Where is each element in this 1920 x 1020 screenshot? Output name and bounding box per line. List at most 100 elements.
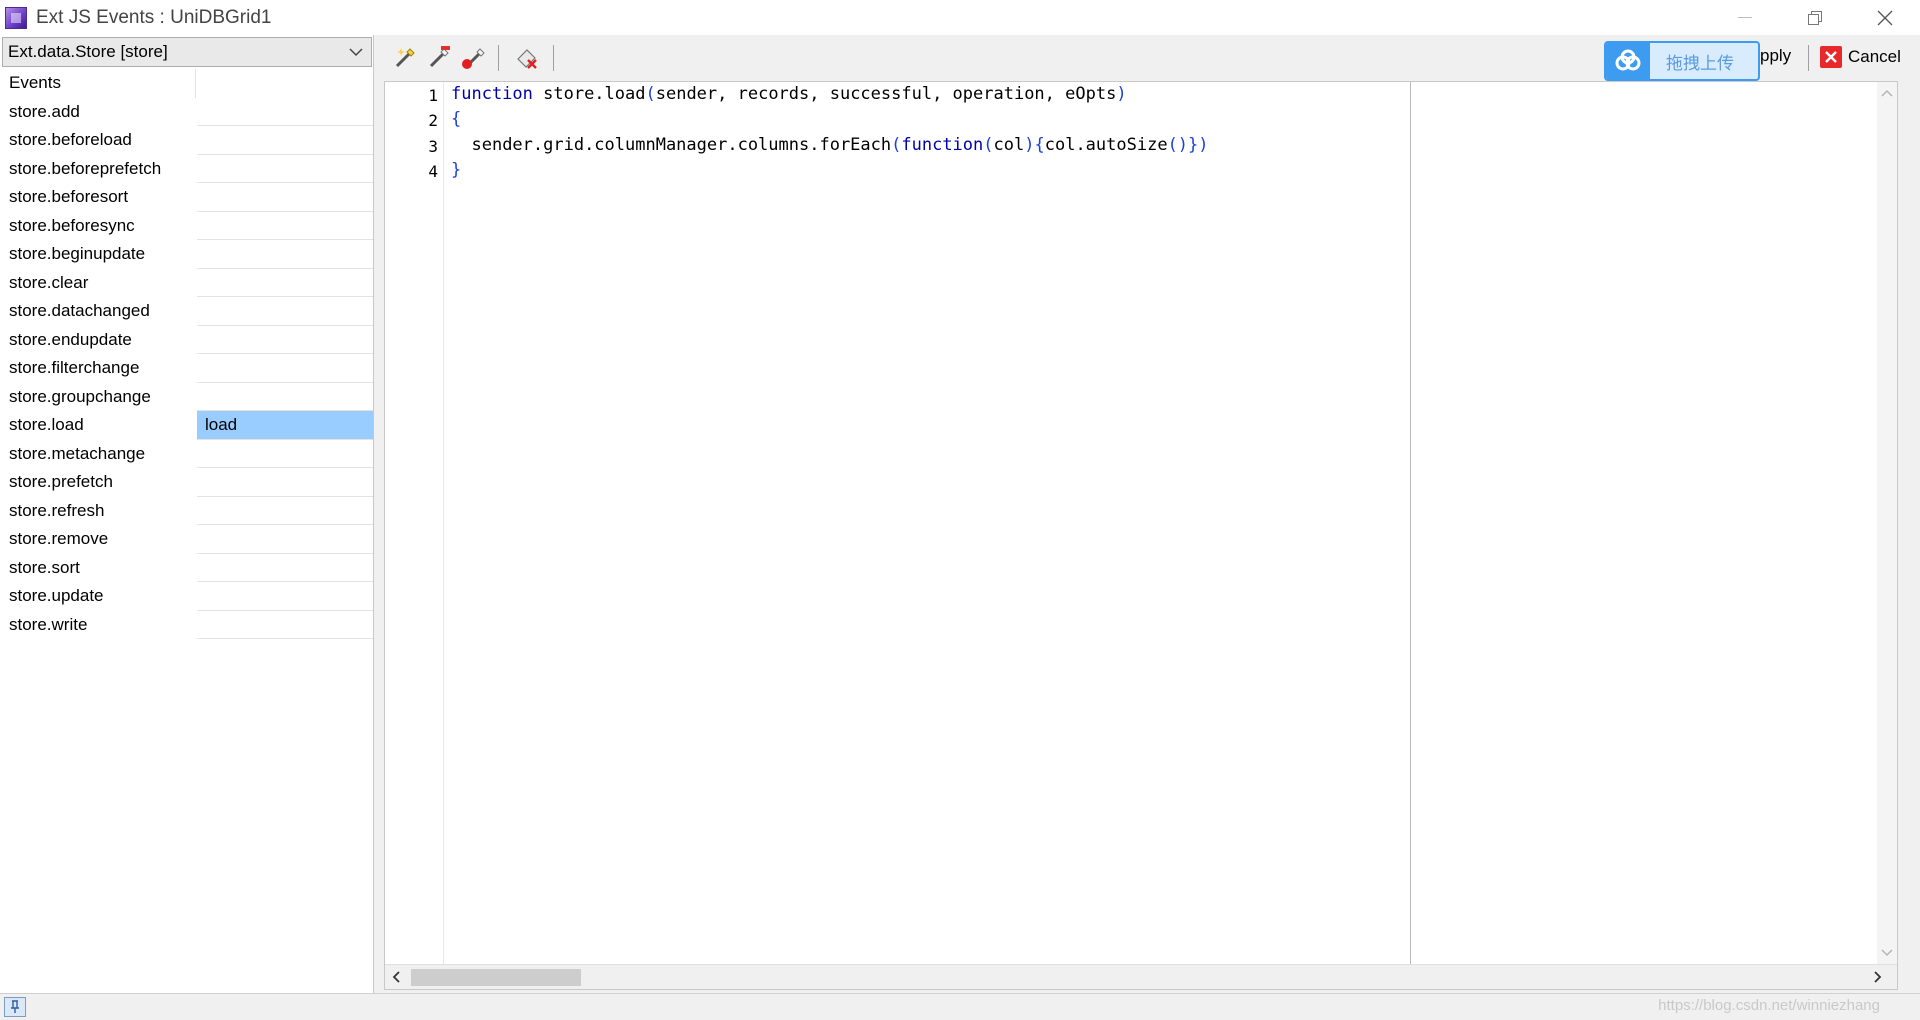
- event-handler-cell[interactable]: [197, 212, 373, 240]
- wand-edit-icon: [429, 46, 450, 68]
- close-window-button[interactable]: [1850, 0, 1920, 35]
- event-name: store.refresh: [9, 500, 105, 520]
- event-name: store.datachanged: [9, 301, 150, 321]
- line-number: 2: [428, 111, 438, 130]
- cancel-button[interactable]: Cancel: [1820, 46, 1901, 68]
- event-name: store.prefetch: [9, 472, 113, 492]
- event-row[interactable]: store.endupdate: [0, 326, 374, 354]
- event-name: store.write: [9, 614, 88, 634]
- event-handler-cell[interactable]: [197, 554, 373, 582]
- scroll-down-icon[interactable]: [1881, 948, 1893, 958]
- event-name: store.metachange: [9, 443, 146, 463]
- horizontal-scroll-thumb[interactable]: [411, 969, 581, 986]
- event-row[interactable]: store.refresh: [0, 497, 374, 525]
- event-name: store.sort: [9, 557, 80, 577]
- event-row[interactable]: store.filterchange: [0, 354, 374, 383]
- line-number: 4: [428, 162, 438, 181]
- event-handler-cell[interactable]: [197, 468, 373, 497]
- event-handler-cell[interactable]: [197, 269, 373, 297]
- event-handler-cell[interactable]: [197, 155, 373, 183]
- scroll-left-icon[interactable]: [391, 971, 401, 983]
- remove-event-button[interactable]: [458, 43, 488, 73]
- event-row[interactable]: store.prefetch: [0, 468, 374, 497]
- event-row[interactable]: store.beforesort: [0, 183, 374, 212]
- code-line: }: [451, 160, 462, 180]
- right-margin-guide: [1410, 82, 1411, 964]
- event-row[interactable]: store.beforesync: [0, 212, 374, 240]
- minimize-icon: [1738, 16, 1752, 18]
- event-row[interactable]: store.write: [0, 611, 374, 639]
- minimize-button[interactable]: [1710, 0, 1780, 35]
- event-handler-cell[interactable]: [197, 326, 373, 354]
- toolbar-separator: [498, 45, 499, 71]
- event-name: store.clear: [9, 272, 89, 292]
- event-handler-cell[interactable]: load: [197, 411, 373, 440]
- event-name: store.beforeprefetch: [9, 158, 162, 178]
- event-name: store.endupdate: [9, 329, 132, 349]
- watermark-text: https://blog.csdn.net/winniezhang: [1658, 997, 1880, 1014]
- event-row[interactable]: store.beforeprefetch: [0, 155, 374, 183]
- event-handler-cell[interactable]: [197, 582, 373, 611]
- app-icon: [5, 6, 27, 29]
- event-handler-cell[interactable]: [197, 354, 373, 383]
- upload-label: 拖拽上传: [1666, 53, 1734, 73]
- restore-button[interactable]: [1780, 0, 1850, 35]
- vertical-scrollbar[interactable]: [1877, 82, 1897, 964]
- event-handler-cell[interactable]: [197, 98, 373, 126]
- event-name: store.beginupdate: [9, 244, 146, 264]
- event-row[interactable]: store.clear: [0, 269, 374, 297]
- event-row[interactable]: store.groupchange: [0, 383, 374, 411]
- event-row[interactable]: store.load load: [0, 411, 374, 440]
- scroll-right-icon[interactable]: [1873, 971, 1883, 983]
- event-row[interactable]: store.beforeload: [0, 126, 374, 155]
- toolbar-separator: [553, 45, 554, 71]
- event-handler-cell[interactable]: [197, 297, 373, 326]
- event-name: store.groupchange: [9, 386, 151, 406]
- horizontal-scrollbar[interactable]: [385, 964, 1897, 989]
- event-row[interactable]: store.beginupdate: [0, 240, 374, 269]
- event-handler-cell[interactable]: [197, 126, 373, 155]
- event-handler-cell[interactable]: [197, 497, 373, 525]
- pin-icon: [11, 1000, 19, 1013]
- add-event-button[interactable]: [390, 43, 420, 73]
- code-line: sender.grid.columnManager.columns.forEac…: [471, 135, 1209, 155]
- chevron-down-icon: [349, 48, 363, 57]
- event-row[interactable]: store.update: [0, 582, 374, 611]
- pin-button[interactable]: [4, 997, 26, 1017]
- event-handler-cell[interactable]: [197, 525, 373, 554]
- window-controls: [1710, 0, 1920, 35]
- event-row[interactable]: store.datachanged: [0, 297, 374, 326]
- status-bar: https://blog.csdn.net/winniezhang: [0, 993, 1920, 1020]
- code-line: {: [451, 109, 462, 129]
- event-row[interactable]: store.remove: [0, 525, 374, 554]
- events-list: Events store.add store.beforeload store.be…: [0, 69, 374, 639]
- apply-button[interactable]: pply: [1760, 46, 1791, 66]
- edit-event-button[interactable]: [424, 43, 454, 73]
- line-number: 1: [428, 86, 438, 105]
- event-row[interactable]: store.metachange: [0, 440, 374, 468]
- event-handler-cell[interactable]: [197, 611, 373, 639]
- store-select[interactable]: Ext.data.Store [store]: [2, 37, 372, 67]
- cancel-label: Cancel: [1848, 47, 1901, 66]
- event-name: store.beforesort: [9, 187, 129, 207]
- title-bar: Ext JS Events : UniDBGrid1: [0, 0, 1920, 35]
- event-handler-cell[interactable]: [197, 440, 373, 468]
- event-handler-cell[interactable]: [197, 240, 373, 269]
- events-header-row: Events: [0, 69, 374, 98]
- event-row[interactable]: store.add: [0, 98, 374, 126]
- event-name: store.beforeload: [9, 130, 132, 150]
- handler-header: [197, 69, 373, 98]
- code-line: function store.load(sender, records, suc…: [451, 84, 1127, 104]
- event-row[interactable]: store.sort: [0, 554, 374, 582]
- event-handler-cell[interactable]: [197, 383, 373, 411]
- clear-event-button[interactable]: [512, 43, 542, 73]
- code-editor[interactable]: 1 2 3 4 function store.load(sender, reco…: [384, 81, 1898, 990]
- event-handler-cell[interactable]: [197, 183, 373, 212]
- scroll-up-icon[interactable]: [1881, 88, 1893, 98]
- drag-upload-widget[interactable]: 拖拽上传: [1604, 41, 1760, 81]
- event-name: store.load: [9, 415, 84, 435]
- event-name: store.beforesync: [9, 215, 135, 235]
- toolbar-separator: [1808, 45, 1809, 71]
- event-name: store.add: [9, 101, 80, 121]
- restore-icon: [1808, 10, 1822, 25]
